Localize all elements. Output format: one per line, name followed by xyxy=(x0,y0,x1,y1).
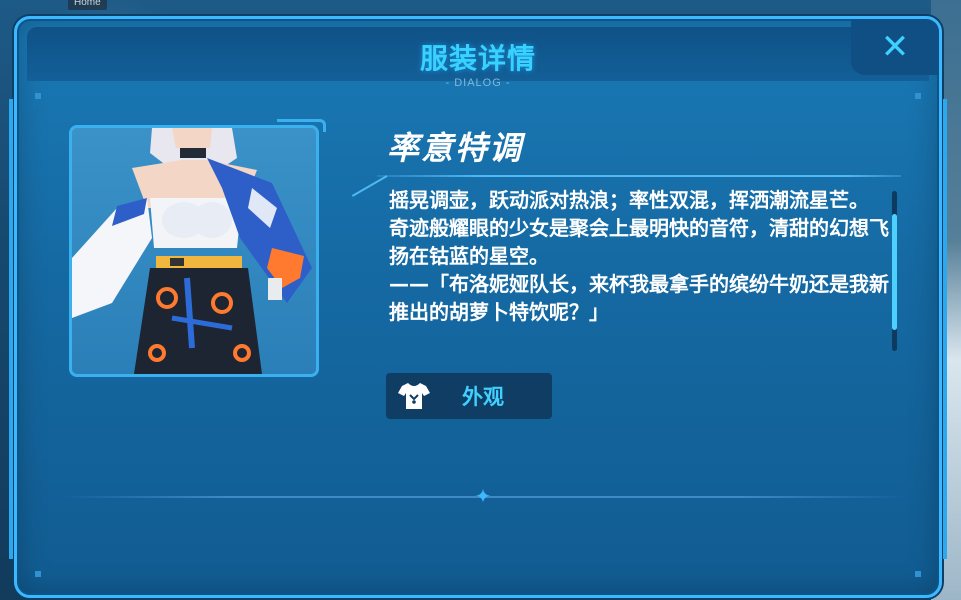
frame-corner-dot xyxy=(35,93,41,99)
outfit-portrait xyxy=(69,125,319,377)
close-button[interactable]: ✕ xyxy=(851,19,939,75)
close-icon: ✕ xyxy=(880,27,910,67)
dialog-title: 服装详情 xyxy=(419,42,536,75)
frame-corner-dot xyxy=(35,571,41,577)
dialog-header: 服装详情 - DIALOG - xyxy=(27,27,929,89)
divider-star-icon: ✦ xyxy=(474,484,492,508)
description-paragraph: ——「布洛妮娅队长，来杯我最拿手的缤纷牛奶还是我新推出的胡萝卜特饮呢？」 xyxy=(389,272,889,324)
name-underline xyxy=(377,175,901,177)
frame-edge-left xyxy=(9,99,13,559)
appearance-button-label: 外观 xyxy=(462,385,504,409)
dialog-subtitle: - DIALOG - xyxy=(445,77,511,89)
frame-edge-right xyxy=(943,99,947,559)
portrait-frame-corner xyxy=(277,119,326,132)
character-outfit-image xyxy=(72,128,312,374)
frame-corner-dot xyxy=(915,571,921,577)
appearance-button[interactable]: 外观 xyxy=(386,373,552,419)
name-underline-slant xyxy=(351,175,388,197)
shirt-icon xyxy=(396,378,432,414)
description-paragraph: 摇晃调壶，跃动派对热浪；率性双混，挥洒潮流星芒。 xyxy=(389,188,869,212)
description-paragraph: 奇迹般耀眼的少女是聚会上最明快的音符，清甜的幻想飞扬在钴蓝的星空。 xyxy=(389,216,889,268)
outfit-name: 率意特调 xyxy=(387,129,524,167)
description-scrollbar-thumb[interactable] xyxy=(892,214,897,330)
home-tag: Home xyxy=(68,0,107,10)
costume-detail-dialog: 服装详情 - DIALOG - ✕ 率意特调 摇晃调壶，跃动派对热浪；率性双混，… xyxy=(9,16,947,598)
frame-corner-dot xyxy=(915,93,921,99)
outfit-description[interactable]: 摇晃调壶，跃动派对热浪；率性双混，挥洒潮流星芒。 奇迹般耀眼的少女是聚会上最明快… xyxy=(389,186,889,357)
